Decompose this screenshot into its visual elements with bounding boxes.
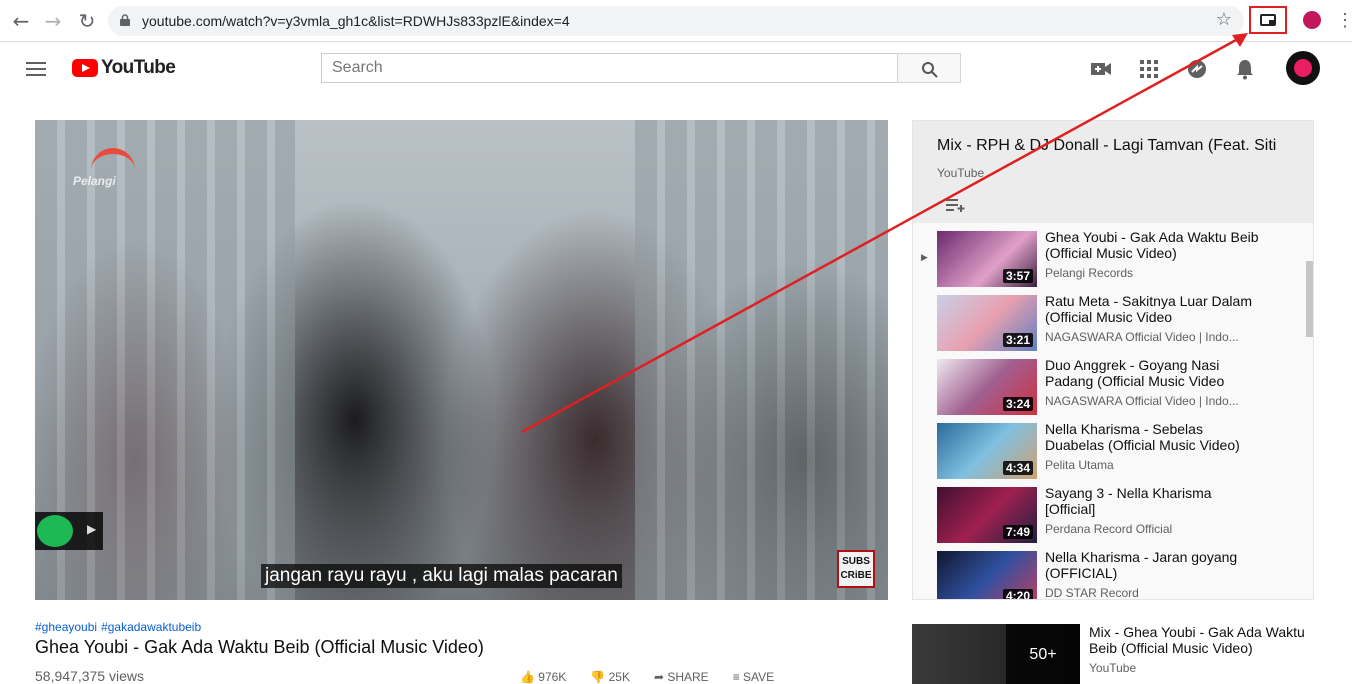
subtitle-caption: jangan rayu rayu , aku lagi malas pacara… — [261, 564, 622, 588]
background-building — [635, 120, 888, 600]
duration-badge: 3:57 — [1002, 269, 1033, 283]
share-button[interactable]: ➦ SHARE — [654, 670, 709, 684]
dislike-button[interactable]: 👎 25K — [590, 670, 630, 684]
mix-channel[interactable]: YouTube — [1089, 661, 1136, 675]
item-channel[interactable]: Pelita Utama — [1045, 458, 1260, 472]
share-icon[interactable] — [1186, 58, 1208, 80]
back-arrow-icon[interactable]: ← — [10, 10, 32, 32]
mix-count: 50+ — [1006, 624, 1080, 684]
item-title[interactable]: Sayang 3 - Nella Kharisma [Official] — [1045, 485, 1260, 517]
playlist-item[interactable]: 4:20 Nella Kharisma - Jaran goyang (OFFI… — [913, 549, 1303, 599]
hamburger-menu-icon[interactable] — [26, 62, 46, 76]
item-title[interactable]: Ghea Youbi - Gak Ada Waktu Beib (Officia… — [1045, 229, 1260, 261]
duration-badge: 7:49 — [1002, 525, 1033, 539]
video-title: Ghea Youbi - Gak Ada Waktu Beib (Officia… — [35, 637, 484, 657]
share-label: SHARE — [667, 670, 709, 684]
playlist-panel: Mix - RPH & DJ Donall - Lagi Tamvan (Fea… — [912, 120, 1314, 600]
search-button[interactable] — [897, 53, 961, 83]
youtube-play-icon — [72, 59, 98, 77]
video-thumbnail[interactable]: 7:49 — [937, 487, 1037, 543]
subscribe-badge-line2: CRiBE — [840, 570, 872, 581]
profile-extension-icon[interactable] — [1303, 11, 1321, 29]
apps-grid-icon[interactable] — [1138, 58, 1160, 80]
item-title[interactable]: Duo Anggrek - Goyang Nasi Padang (Offici… — [1045, 357, 1260, 389]
logo-text: YouTube — [101, 57, 176, 78]
dislike-count: 25K — [608, 670, 630, 684]
mix-title[interactable]: Mix - Ghea Youbi - Gak Ada Waktu Beib (O… — [1089, 624, 1309, 656]
playlist-items: ▶ 3:57 Ghea Youbi - Gak Ada Waktu Beib (… — [913, 229, 1303, 599]
playlist-header: Mix - RPH & DJ Donall - Lagi Tamvan (Fea… — [913, 121, 1313, 223]
save-playlist-icon[interactable] — [946, 198, 966, 212]
picture-in-picture-icon — [1260, 14, 1276, 26]
address-bar[interactable]: youtube.com/watch?v=y3vmla_gh1c&list=RDW… — [108, 6, 1244, 36]
video-thumbnail[interactable]: 3:24 — [937, 359, 1037, 415]
browser-toolbar: ← → ↻ youtube.com/watch?v=y3vmla_gh1c&li… — [0, 0, 1352, 42]
mix-recommendation[interactable]: 50+ Mix - Ghea Youbi - Gak Ada Waktu Bei… — [912, 624, 1352, 684]
item-title[interactable]: Nella Kharisma - Sebelas Duabelas (Offic… — [1045, 421, 1260, 453]
playlist-item[interactable]: 7:49 Sayang 3 - Nella Kharisma [Official… — [913, 485, 1303, 549]
item-channel[interactable]: Perdana Record Official — [1045, 522, 1260, 536]
youtube-logo[interactable]: YouTube — [72, 57, 176, 79]
user-avatar[interactable] — [1286, 51, 1320, 85]
like-count: 976K — [538, 670, 567, 684]
playlist-channel[interactable]: YouTube — [937, 166, 984, 180]
view-count: 58,947,375 views — [35, 668, 144, 684]
item-title[interactable]: Ratu Meta - Sakitnya Luar Dalam (Officia… — [1045, 293, 1260, 325]
video-thumbnail[interactable]: 3:21 — [937, 295, 1037, 351]
duration-badge: 3:21 — [1002, 333, 1033, 347]
youtube-header: YouTube — [0, 42, 1352, 96]
channel-watermark: Pelangi — [73, 174, 116, 188]
forward-arrow-icon[interactable]: → — [42, 10, 64, 32]
playlist-item[interactable]: 3:21 Ratu Meta - Sakitnya Luar Dalam (Of… — [913, 293, 1303, 357]
search-icon — [922, 62, 938, 78]
spotify-icon — [37, 515, 73, 547]
hashtag-list: #gheayoubi #gakadawaktubeib — [35, 620, 205, 634]
create-video-icon[interactable] — [1090, 58, 1112, 80]
subscribe-badge-line1: SUBS — [842, 556, 870, 567]
search-box — [321, 53, 897, 83]
chevron-right-icon: ▶ — [87, 522, 97, 536]
item-channel[interactable]: Pelangi Records — [1045, 266, 1260, 280]
bell-icon[interactable] — [1234, 58, 1256, 80]
picture-in-picture-button[interactable] — [1249, 6, 1287, 34]
save-button[interactable]: ≡ SAVE — [733, 670, 774, 684]
now-playing-icon: ▶ — [921, 252, 928, 262]
lock-icon — [120, 14, 130, 26]
item-channel[interactable]: NAGASWARA Official Video | Indo... — [1045, 394, 1260, 408]
duration-badge: 4:34 — [1002, 461, 1033, 475]
like-button[interactable]: 👍 976K — [520, 670, 566, 684]
search-input[interactable] — [322, 54, 897, 82]
playlist-item[interactable]: 3:24 Duo Anggrek - Goyang Nasi Padang (O… — [913, 357, 1303, 421]
spotify-card[interactable]: ▶ — [35, 512, 103, 550]
video-thumbnail[interactable]: 3:57 — [937, 231, 1037, 287]
video-player[interactable]: Pelangi ▶ jangan rayu rayu , aku lagi ma… — [35, 120, 888, 600]
reload-icon[interactable]: ↻ — [76, 10, 98, 32]
item-channel[interactable]: DD STAR Record — [1045, 586, 1260, 599]
video-thumbnail[interactable]: 4:20 — [937, 551, 1037, 599]
subscribe-badge[interactable]: SUBS CRiBE — [837, 550, 875, 588]
mix-thumbnail[interactable]: 50+ — [912, 624, 1080, 684]
duration-badge: 4:20 — [1002, 589, 1033, 599]
video-actions: 👍 976K 👎 25K ➦ SHARE ≡ SAVE — [520, 670, 774, 684]
playlist-item[interactable]: 4:34 Nella Kharisma - Sebelas Duabelas (… — [913, 421, 1303, 485]
video-thumbnail[interactable]: 4:34 — [937, 423, 1037, 479]
item-channel[interactable]: NAGASWARA Official Video | Indo... — [1045, 330, 1260, 344]
playlist-item[interactable]: ▶ 3:57 Ghea Youbi - Gak Ada Waktu Beib (… — [913, 229, 1303, 293]
item-title[interactable]: Nella Kharisma - Jaran goyang (OFFICIAL) — [1045, 549, 1260, 581]
bookmark-star-icon[interactable]: ☆ — [1216, 9, 1232, 30]
hashtag-link[interactable]: #gheayoubi — [35, 620, 97, 634]
save-label: SAVE — [743, 670, 775, 684]
playlist-title[interactable]: Mix - RPH & DJ Donall - Lagi Tamvan (Fea… — [937, 137, 1276, 155]
duration-badge: 3:24 — [1002, 397, 1033, 411]
url-text[interactable]: youtube.com/watch?v=y3vmla_gh1c&list=RDW… — [142, 13, 570, 29]
hashtag-link[interactable]: #gakadawaktubeib — [101, 620, 201, 634]
playlist-scrollbar[interactable] — [1306, 261, 1313, 337]
browser-menu-icon[interactable]: ⋮ — [1336, 10, 1352, 31]
